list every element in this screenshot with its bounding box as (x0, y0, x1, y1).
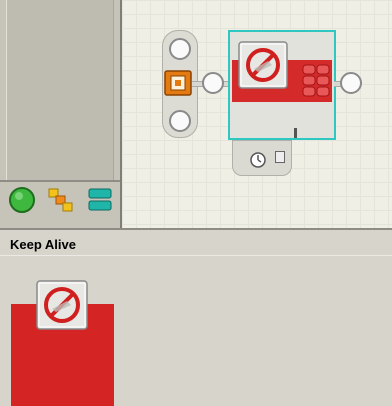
block-palette (0, 0, 120, 228)
block-config-panel: Keep Alive (0, 228, 392, 406)
common-palette-tab[interactable] (8, 186, 36, 214)
block-tab-marker (294, 128, 297, 138)
no-sleep-icon (36, 280, 88, 330)
custom-palette-tab[interactable] (86, 186, 114, 214)
no-sleep-icon (238, 41, 288, 89)
config-title-separator (0, 255, 392, 256)
green-circle-icon (9, 187, 35, 213)
sequence-plug-right[interactable] (340, 72, 362, 94)
stacked-bars-icon (88, 188, 112, 211)
timer-plug[interactable] (232, 140, 292, 176)
sequence-plug-left[interactable] (202, 72, 224, 94)
complete-palette-tab[interactable] (46, 186, 74, 214)
beam-plug-top[interactable] (169, 38, 191, 60)
keep-alive-block[interactable] (228, 30, 336, 140)
block-data-hub[interactable] (302, 64, 330, 98)
beam-plug-bottom[interactable] (169, 110, 191, 132)
palette-divider (0, 180, 120, 182)
sequence-beam-icon[interactable] (164, 70, 192, 96)
puzzle-blocks-icon (48, 188, 73, 212)
output-port-icon (275, 151, 285, 163)
program-canvas[interactable] (120, 0, 392, 228)
timer-icon (249, 149, 271, 174)
config-title: Keep Alive (10, 237, 76, 252)
palette-block-list (6, 0, 114, 180)
